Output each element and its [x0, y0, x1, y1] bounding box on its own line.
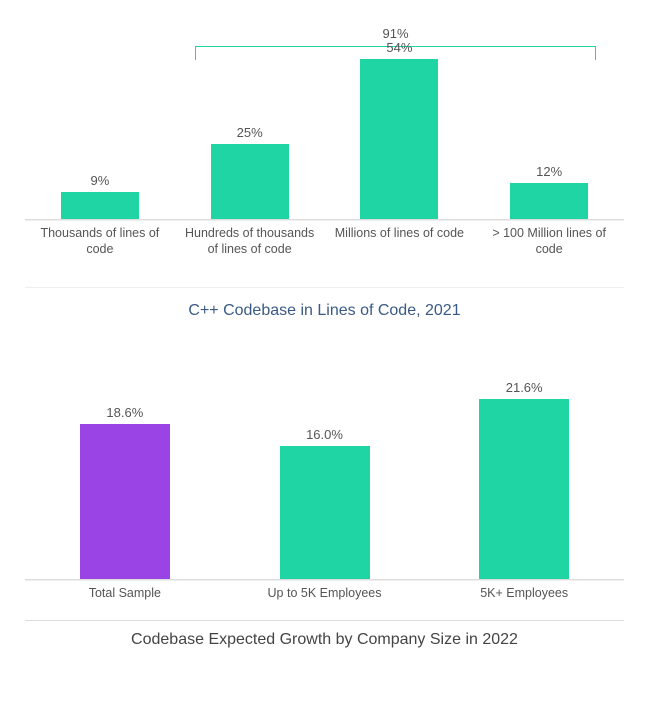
plot-area-2: 18.6% 16.0% 21.6% — [25, 370, 624, 580]
x-label: Up to 5K Employees — [225, 586, 425, 602]
bar — [510, 183, 588, 219]
chart-expected-growth: 18.6% 16.0% 21.6% Total Sample Up to 5K … — [25, 370, 624, 649]
bar — [479, 399, 569, 580]
x-label: Thousands of lines of code — [25, 226, 175, 257]
bar — [80, 424, 170, 579]
x-label: > 100 Million lines of code — [474, 226, 624, 257]
bar-value-label: 25% — [237, 125, 263, 140]
chart-title-1: C++ Codebase in Lines of Code, 2021 — [25, 287, 624, 320]
bar — [280, 446, 370, 580]
bar — [360, 59, 438, 219]
bar-value-label: 54% — [386, 40, 412, 55]
bar — [211, 144, 289, 219]
bar-slot: 25% — [175, 40, 325, 219]
bar-slot: 18.6% — [25, 370, 225, 579]
x-label: Hundreds of thousands of lines of code — [175, 226, 325, 257]
x-axis-labels: Thousands of lines of code Hundreds of t… — [25, 226, 624, 257]
chart-title-2: Codebase Expected Growth by Company Size… — [25, 620, 624, 649]
chart-codebase-size: 91% 9% 25% 54% 12% Thousands of lines of… — [25, 40, 624, 320]
x-label: 5K+ Employees — [424, 586, 624, 602]
bar-value-label: 16.0% — [306, 427, 343, 442]
plot-area-1: 9% 25% 54% 12% — [25, 40, 624, 220]
bar-value-label: 9% — [90, 173, 109, 188]
bar-slot: 16.0% — [225, 370, 425, 579]
bar-value-label: 18.6% — [106, 405, 143, 420]
annotation-label: 91% — [195, 26, 596, 41]
x-axis-labels: Total Sample Up to 5K Employees 5K+ Empl… — [25, 586, 624, 602]
bar-slot: 12% — [474, 40, 624, 219]
bar-value-label: 12% — [536, 164, 562, 179]
bar-slot: 54% — [325, 40, 475, 219]
bar — [61, 192, 139, 219]
x-label: Total Sample — [25, 586, 225, 602]
x-label: Millions of lines of code — [325, 226, 475, 257]
bar-slot: 21.6% — [424, 370, 624, 579]
bar-slot: 9% — [25, 40, 175, 219]
bar-value-label: 21.6% — [506, 380, 543, 395]
